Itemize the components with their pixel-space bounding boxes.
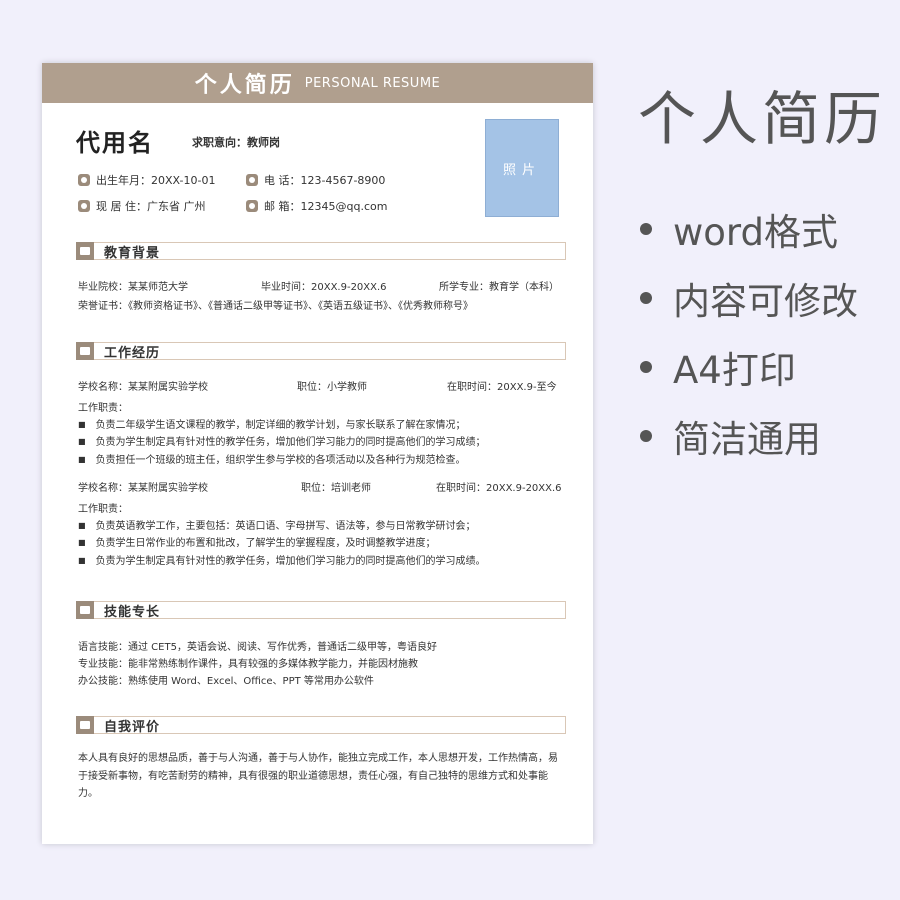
job1-duty-label: 工作职责： bbox=[78, 403, 128, 414]
section-self-eval-header: 自我评价 bbox=[76, 715, 566, 735]
section-skills-title: 技能专长 bbox=[104, 604, 161, 620]
info-residence-text: 现 居 住：广东省 广州 bbox=[96, 200, 206, 213]
bullet-dot-icon bbox=[640, 223, 652, 235]
info-phone-text: 电 话：123-4567-8900 bbox=[264, 174, 386, 187]
info-birth-text: 出生年月：20XX-10-01 bbox=[96, 174, 216, 187]
info-email-text: 邮 箱：12345@qq.com bbox=[264, 200, 388, 213]
skill-line: 语言技能：通过 CET5，英语会说、阅读、写作优秀，普通话二级甲等，粤语良好 bbox=[78, 642, 437, 653]
resume-header-bar: 个人简历 PERSONAL RESUME bbox=[42, 63, 593, 103]
resume-title-cn: 个人简历 bbox=[194, 73, 295, 98]
photo-placeholder: 照片 bbox=[485, 119, 559, 217]
graduation-cap-icon bbox=[76, 241, 94, 260]
bullet-dot-icon bbox=[640, 361, 652, 373]
side-title: 个人简历 bbox=[638, 85, 887, 153]
feature-item: 内容可修改 bbox=[640, 271, 858, 325]
info-phone: 电 话：123-4567-8900 bbox=[246, 172, 385, 188]
section-work-header: 工作经历 bbox=[76, 341, 566, 361]
calendar-icon bbox=[78, 174, 90, 186]
section-education-title: 教育背景 bbox=[104, 245, 161, 261]
feature-item: 简洁通用 bbox=[640, 409, 821, 463]
job1-time: 在职时间：20XX.9-至今 bbox=[447, 382, 557, 393]
job1-position: 职位：小学教师 bbox=[297, 382, 367, 393]
job1-duty: 负责为学生制定具有针对性的教学任务，增加他们学习能力的同时提高他们的学习成绩； bbox=[78, 433, 486, 448]
edu-school: 毕业院校：某某师范大学 bbox=[78, 282, 188, 293]
job2-time: 在职时间：20XX.9-20XX.6 bbox=[436, 483, 562, 494]
gear-icon bbox=[76, 600, 94, 619]
job2-duty: 负责英语教学工作，主要包括：英语口语、字母拼写、语法等，参与日常教学研讨会； bbox=[78, 517, 476, 532]
feature-item: A4打印 bbox=[640, 340, 796, 394]
feature-label: 简洁通用 bbox=[673, 418, 821, 461]
section-self-eval-title: 自我评价 bbox=[104, 719, 161, 735]
feature-item: word格式 bbox=[640, 202, 838, 256]
edu-major: 所学专业：教育学（本科） bbox=[439, 282, 559, 293]
job2-duty: 负责学生日常作业的布置和批改，了解学生的掌握程度，及时调整教学进度； bbox=[78, 534, 436, 549]
feature-label: 内容可修改 bbox=[673, 280, 858, 323]
feature-label: word格式 bbox=[673, 211, 838, 254]
job1-school: 学校名称：某某附属实验学校 bbox=[78, 382, 208, 393]
feature-label: A4打印 bbox=[673, 349, 796, 392]
section-education-header: 教育背景 bbox=[76, 241, 566, 261]
job2-position: 职位：培训老师 bbox=[301, 483, 371, 494]
info-residence: 现 居 住：广东省 广州 bbox=[78, 198, 206, 214]
job2-school: 学校名称：某某附属实验学校 bbox=[78, 483, 208, 494]
skill-line: 专业技能：能非常熟练制作课件，具有较强的多媒体教学能力，并能因材施教 bbox=[78, 659, 418, 670]
job-intent: 求职意向：教师岗 bbox=[192, 136, 280, 149]
info-birth: 出生年月：20XX-10-01 bbox=[78, 172, 215, 188]
mail-icon bbox=[246, 200, 258, 212]
info-email: 邮 箱：12345@qq.com bbox=[246, 198, 387, 214]
location-icon bbox=[78, 200, 90, 212]
job1-duty: 负责二年级学生语文课程的教学，制定详细的教学计划，与家长联系了解在家情况； bbox=[78, 416, 466, 431]
skill-line: 办公技能：熟练使用 Word、Excel、Office、PPT 等常用办公软件 bbox=[78, 676, 374, 687]
phone-icon bbox=[246, 174, 258, 186]
bullet-dot-icon bbox=[640, 292, 652, 304]
resume-page: 个人简历 PERSONAL RESUME 代用名 求职意向：教师岗 照片 出生年… bbox=[42, 63, 593, 844]
section-skills-header: 技能专长 bbox=[76, 600, 566, 620]
bullet-dot-icon bbox=[640, 430, 652, 442]
job1-duty: 负责担任一个班级的班主任，组织学生参与学校的各项活动以及各种行为规范检查。 bbox=[78, 451, 466, 466]
job2-duty: 负责为学生制定具有针对性的教学任务，增加他们学习能力的同时提高他们的学习成绩。 bbox=[78, 552, 486, 567]
candidate-name: 代用名 bbox=[76, 129, 154, 157]
job2-duty-label: 工作职责： bbox=[78, 504, 128, 515]
edu-honors: 荣誉证书：《教师资格证书》、《普通话二级甲等证书》、《英语五级证书》、《优秀教师… bbox=[78, 301, 473, 312]
briefcase-icon bbox=[76, 341, 94, 360]
resume-title-en: PERSONAL RESUME bbox=[304, 75, 441, 91]
self-eval-text: 本人具有良好的思想品质，善于与人沟通，善于与人协作，能独立完成工作，本人思想开发… bbox=[78, 753, 558, 799]
section-work-title: 工作经历 bbox=[104, 345, 161, 361]
edu-grad-time: 毕业时间：20XX.9-20XX.6 bbox=[261, 282, 387, 293]
document-icon bbox=[76, 715, 94, 734]
